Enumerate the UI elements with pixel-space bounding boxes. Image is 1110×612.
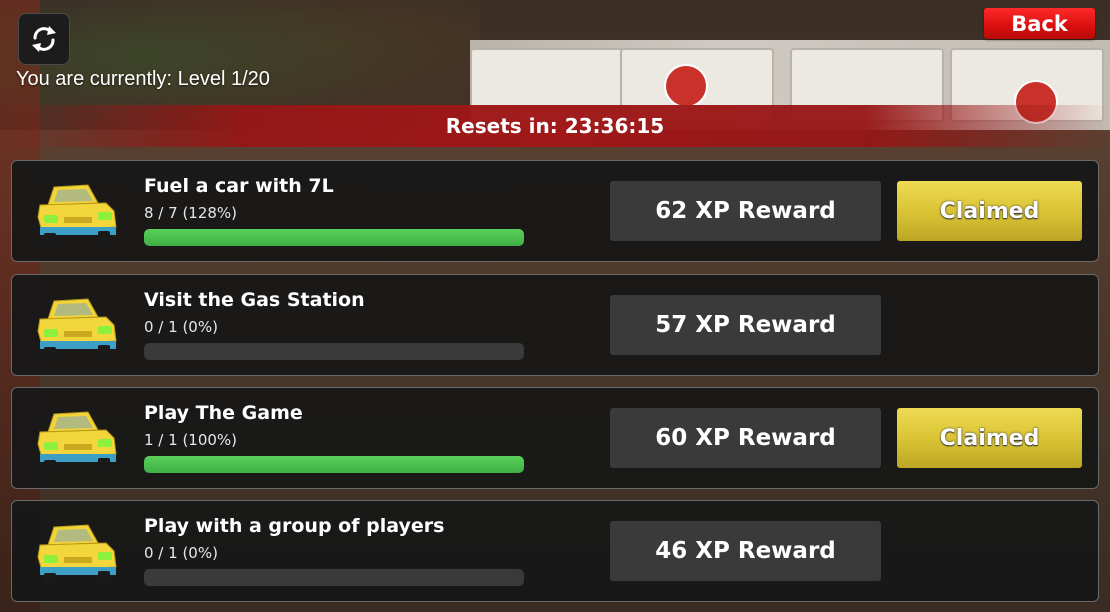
yellow-car-icon xyxy=(37,524,117,583)
xp-reward-label: 57 XP Reward xyxy=(610,295,881,355)
quest-progress-text: 8 / 7 (128%) xyxy=(144,204,238,222)
quest-progress-fill xyxy=(144,456,524,473)
xp-reward-label: 62 XP Reward xyxy=(610,181,881,241)
quest-progress-bar xyxy=(144,229,524,246)
quest-progress-text: 0 / 1 (0%) xyxy=(144,318,218,336)
xp-reward-label: 60 XP Reward xyxy=(610,408,881,468)
back-button[interactable]: Back xyxy=(984,8,1095,39)
yellow-car-icon xyxy=(37,298,117,357)
quest-title: Fuel a car with 7L xyxy=(144,175,334,197)
quest-progress-text: 0 / 1 (0%) xyxy=(144,544,218,562)
claimed-button[interactable]: Claimed xyxy=(897,408,1082,468)
claimed-button[interactable]: Claimed xyxy=(897,181,1082,241)
current-level-label: You are currently: Level 1/20 xyxy=(16,68,270,90)
quest-title: Play with a group of players xyxy=(144,515,445,537)
quest-title: Play The Game xyxy=(144,402,303,424)
xp-reward-label: 46 XP Reward xyxy=(610,521,881,581)
quest-progress-bar xyxy=(144,456,524,473)
refresh-icon xyxy=(32,26,56,52)
quest-row: Play The Game 1 / 1 (100%) 60 XP Reward … xyxy=(11,387,1099,489)
reset-timer-banner: Resets in: 23:36:15 xyxy=(0,105,1110,147)
yellow-car-icon xyxy=(37,411,117,470)
quest-row: Visit the Gas Station 0 / 1 (0%) 57 XP R… xyxy=(11,274,1099,376)
quest-row: Play with a group of players 0 / 1 (0%) … xyxy=(11,500,1099,602)
refresh-button[interactable] xyxy=(18,13,70,65)
reset-timer-text: Resets in: 23:36:15 xyxy=(445,114,665,138)
quest-progress-bar xyxy=(144,343,524,360)
game-screen: You are currently: Level 1/20 Back Reset… xyxy=(0,0,1110,612)
quest-row: Fuel a car with 7L 8 / 7 (128%) 62 XP Re… xyxy=(11,160,1099,262)
quest-progress-bar xyxy=(144,569,524,586)
quest-progress-fill xyxy=(144,229,524,246)
yellow-car-icon xyxy=(37,184,117,243)
stop-sign-icon xyxy=(664,64,708,108)
quest-title: Visit the Gas Station xyxy=(144,289,365,311)
quest-progress-text: 1 / 1 (100%) xyxy=(144,431,238,449)
